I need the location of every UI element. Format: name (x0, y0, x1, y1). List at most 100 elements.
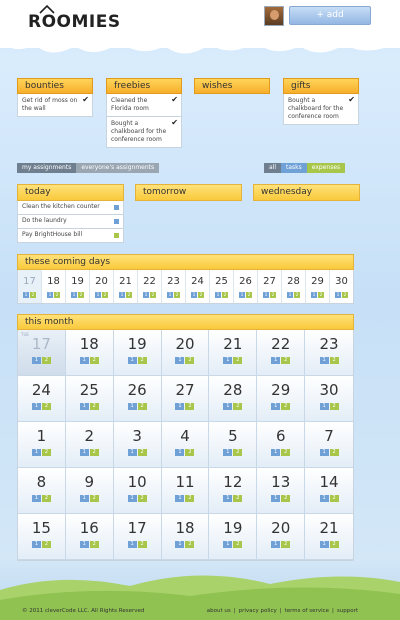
type-filter: all tasks expenses (264, 163, 346, 173)
expense-count-badge: 2 (30, 292, 36, 298)
expense-count-badge: 2 (185, 449, 195, 456)
category-title[interactable]: gifts (283, 78, 359, 94)
user-avatar[interactable] (264, 6, 284, 26)
day-number: 25 (215, 276, 228, 287)
month-day-cell[interactable]: 9 12 (65, 468, 114, 514)
expense-count-badge: 2 (137, 403, 147, 410)
expense-count-badge: 2 (281, 495, 291, 502)
month-day-cell[interactable]: 12 1 2 (209, 468, 258, 514)
checkmark-icon[interactable]: ✔ (171, 96, 178, 104)
day-number: 17 (23, 276, 36, 287)
day-badges: 12 (209, 403, 256, 410)
filter-everyones-assignments[interactable]: everyone's assignments (76, 163, 160, 173)
day-number: 30 (319, 381, 339, 399)
coming-day-cell[interactable]: 19 1 2 (66, 270, 90, 303)
category-title[interactable]: bounties (17, 78, 93, 94)
month-day-cell[interactable]: 11 1 2 (161, 468, 210, 514)
month-day-cell[interactable]: 10 1 2 (113, 468, 162, 514)
category-item[interactable]: Bought a chalkboard for the conference r… (283, 94, 359, 125)
footer-link-terms[interactable]: terms of service (285, 608, 329, 614)
month-day-cell[interactable]: 212 (65, 422, 114, 468)
month-day-cell[interactable]: 14 1 2 (305, 468, 353, 514)
expense-count-badge: 2 (89, 357, 99, 364)
coming-day-cell[interactable]: 18 1 2 (42, 270, 66, 303)
coming-day-cell[interactable]: 28 1 2 (282, 270, 306, 303)
filter-all[interactable]: all (264, 163, 282, 173)
checkmark-icon[interactable]: ✔ (82, 96, 89, 104)
expense-type-marker (114, 233, 119, 238)
task-count-badge: 1 (223, 495, 233, 502)
month-day-cell[interactable]: 25 1 2 (65, 376, 114, 422)
expense-count-badge: 2 (329, 357, 339, 364)
month-day-cell[interactable]: 28 1 2 (209, 376, 258, 422)
filter-tasks[interactable]: tasks (281, 163, 307, 173)
month-day-cell[interactable]: 24 1 2 (18, 376, 66, 422)
filter-my-assignments[interactable]: my assignments (17, 163, 77, 173)
month-day-cell[interactable]: 5 12 (209, 422, 258, 468)
coming-day-cell[interactable]: 23 1 2 (162, 270, 186, 303)
category-item[interactable]: Get rid of moss on the wall ✔ (17, 94, 93, 117)
footer-link-privacy[interactable]: privacy policy (239, 608, 277, 614)
checkmark-icon[interactable]: ✔ (171, 119, 178, 127)
coming-day-cell[interactable]: 26 1 2 (234, 270, 258, 303)
month-day-cell[interactable]: 13 1 2 (257, 468, 306, 514)
month-day-cell[interactable]: 26 1 2 (113, 376, 162, 422)
month-day-cell[interactable]: 3 12 (113, 422, 162, 468)
month-day-cell[interactable]: 23 1 2 (305, 330, 353, 376)
expense-count-badge: 2 (126, 292, 132, 298)
coming-day-cell[interactable]: 20 1 2 (90, 270, 114, 303)
month-day-cell[interactable]: 8 12 (18, 468, 66, 514)
month-day-cell[interactable]: 15 1 2 (18, 514, 66, 560)
task-count-badge: 1 (319, 495, 329, 502)
task-item[interactable]: Do the laundry (17, 215, 124, 229)
task-item[interactable]: Clean the kitchen counter (17, 201, 124, 215)
month-day-cell[interactable]: 112 (18, 422, 66, 468)
month-day-cell[interactable]: 16 1 2 (65, 514, 114, 560)
coming-day-cell[interactable]: 17 1 2 (18, 270, 42, 303)
month-day-cell[interactable]: 6 12 (257, 422, 306, 468)
month-day-cell[interactable]: 20 1 2 (161, 330, 210, 376)
category-title[interactable]: wishes (194, 78, 270, 94)
category-item[interactable]: Cleaned the Florida room ✔ (106, 94, 182, 117)
month-day-cell[interactable]: 7 12 (305, 422, 353, 468)
checkmark-icon[interactable]: ✔ (348, 96, 355, 104)
filter-expenses[interactable]: expenses (306, 163, 346, 173)
coming-day-cell[interactable]: 29 1 2 (306, 270, 330, 303)
task-item[interactable]: Pay BrightHouse bill (17, 229, 124, 243)
task-type-marker (114, 219, 119, 224)
category-title[interactable]: freebies (106, 78, 182, 94)
add-assignment-button[interactable]: + add assignment (289, 6, 371, 37)
day-number: 15 (31, 519, 51, 537)
coming-day-cell[interactable]: 24 1 2 (186, 270, 210, 303)
day-badges: 12 (114, 541, 161, 548)
month-day-cell[interactable]: 27 1 2 (161, 376, 210, 422)
month-day-cell[interactable]: 22 1 2 (257, 330, 306, 376)
month-day-cell[interactable]: 30 1 2 (305, 376, 353, 422)
day-badges: 12 (162, 403, 209, 410)
month-day-cell[interactable]: TUE 17 1 2 (18, 330, 66, 376)
category-item[interactable]: Bought a chalkboard for the conference r… (106, 117, 182, 148)
day-number: 17 (31, 335, 51, 353)
month-day-cell[interactable]: 4 12 (161, 422, 210, 468)
coming-day-cell[interactable]: 30 1 2 (330, 270, 353, 303)
coming-day-cell[interactable]: 25 1 2 (210, 270, 234, 303)
day-badges: 12 (210, 292, 233, 298)
month-day-cell[interactable]: 19 1 2 (209, 514, 258, 560)
month-day-cell[interactable]: 17 1 2 (113, 514, 162, 560)
month-day-cell[interactable]: 20 1 2 (257, 514, 306, 560)
month-day-cell[interactable]: 29 1 2 (257, 376, 306, 422)
month-day-cell[interactable]: 18 1 2 (161, 514, 210, 560)
coming-day-cell[interactable]: 27 1 2 (258, 270, 282, 303)
app-logo[interactable]: ROOMIES (28, 5, 121, 32)
day-badges: 12 (138, 292, 161, 298)
month-day-cell[interactable]: 18 1 2 (65, 330, 114, 376)
day-number: 9 (84, 473, 95, 491)
month-day-cell[interactable]: 21 1 2 (209, 330, 258, 376)
footer-link-about[interactable]: about us (207, 608, 231, 614)
expense-count-badge: 2 (150, 292, 156, 298)
month-day-cell[interactable]: 19 1 2 (113, 330, 162, 376)
coming-day-cell[interactable]: 22 1 2 (138, 270, 162, 303)
coming-day-cell[interactable]: 21 1 2 (114, 270, 138, 303)
month-day-cell[interactable]: 21 1 2 (305, 514, 353, 560)
footer-link-support[interactable]: support (337, 608, 358, 614)
